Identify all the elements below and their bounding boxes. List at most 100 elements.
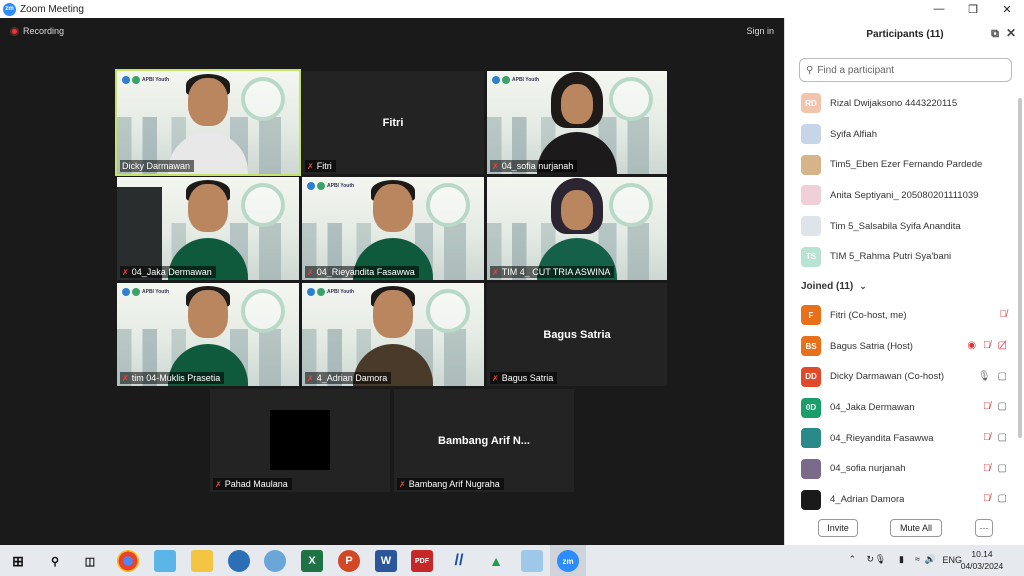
video-tile[interactable]: APBI Youth ✗ 04_Rieyandita Fasawwa xyxy=(302,177,484,280)
excel-icon[interactable]: X xyxy=(301,550,323,572)
mic-muted-icon[interactable]: 🎙̸ xyxy=(983,401,991,412)
name-tile[interactable]: Bagus Satria ✗ Bagus Satria xyxy=(487,283,667,386)
word-icon[interactable]: W xyxy=(375,550,397,572)
zoom-logo-icon: zm xyxy=(3,2,16,16)
scrollbar[interactable] xyxy=(1018,98,1022,438)
mic-muted-icon: ✗ xyxy=(399,479,406,489)
name-tile[interactable]: Fitri ✗ Fitri xyxy=(302,71,484,174)
notepad-icon[interactable] xyxy=(521,550,543,572)
participant-name: Fitri (Co-host, me) xyxy=(830,309,907,321)
recording-indicator[interactable]: Recording xyxy=(10,26,64,36)
close-window-button[interactable]: ✕ xyxy=(990,0,1024,18)
minimize-button[interactable]: — xyxy=(922,0,956,18)
tile-name-label: ✗ tim 04-Muklis Prasetia xyxy=(120,372,225,384)
close-icon[interactable]: ✕ xyxy=(1006,26,1016,40)
maximize-button[interactable]: ❐ xyxy=(956,0,990,18)
avatar: 0D xyxy=(801,397,821,418)
tile-name-label: Dicky Darmawan xyxy=(120,160,195,172)
participants-list: RD Rizal Dwijaksono 4443220115 Syifa Alf… xyxy=(785,88,1021,515)
event-logo: APBI Youth xyxy=(122,288,169,296)
video-tile[interactable]: ✗ 04_Jaka Dermawan xyxy=(117,177,299,280)
video-icon[interactable]: ▢ xyxy=(998,401,1007,412)
list-item[interactable]: 04_Rieyandita Fasawwa 🎙̸ ▢ xyxy=(785,423,1021,454)
chevron-down-icon: ⌄ xyxy=(859,280,867,291)
name-tile[interactable]: Bambang Arif N... ✗ Bambang Arif Nugraha xyxy=(394,389,574,492)
list-item[interactable]: Tim 5_Salsabila Syifa Anandita xyxy=(785,211,1021,242)
mic-muted-icon[interactable]: 🎙̸ xyxy=(983,493,991,504)
volume-icon[interactable]: 🔊 xyxy=(925,554,936,565)
mic-muted-icon[interactable]: 🎙̸ xyxy=(983,340,991,351)
list-item[interactable]: BS Bagus Satria (Host) ◉ 🎙̸ ▢̸ xyxy=(785,331,1021,362)
search-icon: ⚲ xyxy=(806,64,814,76)
app-blue-icon[interactable] xyxy=(228,550,250,572)
mute-all-button[interactable]: Mute All xyxy=(890,519,942,537)
zoom-app-icon[interactable]: zm xyxy=(557,550,579,572)
avatar xyxy=(801,489,821,510)
mic-muted-icon: ✗ xyxy=(492,161,499,171)
invite-button[interactable]: Invite xyxy=(818,519,858,537)
tile-name-label: ✗ 04_Rieyandita Fasawwa xyxy=(305,266,419,278)
video-icon[interactable]: ▢ xyxy=(998,463,1007,474)
participant-name: Bagus Satria (Host) xyxy=(830,340,913,352)
video-tile[interactable]: APBI Youth ✗ 4_Adrian Damora xyxy=(302,283,484,386)
event-logo: APBI Youth xyxy=(307,182,354,190)
avatar: BS xyxy=(801,336,821,357)
black-tile[interactable]: ✗ Pahad Maulana xyxy=(210,389,390,492)
participant-name: TIM 5_Rahma Putri Sya'bani xyxy=(830,251,952,263)
mic-tray-icon[interactable]: 🎙 xyxy=(875,554,886,565)
tile-name-label: ✗ 04_sofia nurjanah xyxy=(490,160,578,172)
video-tile[interactable]: APBI Youth ✗ 04_sofia nurjanah xyxy=(487,71,667,174)
chevron-up-icon[interactable]: ⌃ xyxy=(848,554,856,565)
list-item[interactable]: Syifa Alfiah xyxy=(785,119,1021,150)
app-green-icon[interactable]: ▲ xyxy=(485,550,507,572)
sign-in-button[interactable]: Sign in xyxy=(746,26,774,36)
list-item[interactable]: Tim5_Eben Ezer Fernando Pardede xyxy=(785,149,1021,180)
list-item[interactable]: 04_sofia nurjanah 🎙̸ ▢ xyxy=(785,454,1021,485)
battery-icon[interactable]: ▮ xyxy=(899,554,904,565)
powerpoint-icon[interactable]: P xyxy=(338,550,360,572)
event-logo: APBI Youth xyxy=(492,76,539,84)
tile-name-label: ✗ 4_Adrian Damora xyxy=(305,372,392,384)
list-item[interactable]: 4_Adrian Damora 🎙̸ ▢ xyxy=(785,484,1021,515)
participant-name: Syifa Alfiah xyxy=(830,128,877,140)
tile-name-label: ✗ Pahad Maulana xyxy=(213,478,292,490)
mic-icon[interactable]: 🎙 xyxy=(978,371,991,382)
more-button[interactable]: ··· xyxy=(975,519,993,537)
list-item[interactable]: F Fitri (Co-host, me) 🎙̸ xyxy=(785,300,1021,331)
app-slash-icon[interactable]: // xyxy=(448,550,470,572)
mic-muted-icon[interactable]: 🎙̸ xyxy=(983,463,991,474)
list-item[interactable]: TS TIM 5_Rahma Putri Sya'bani xyxy=(785,241,1021,272)
pdf-icon[interactable]: PDF xyxy=(411,550,433,572)
video-icon[interactable]: ▢ xyxy=(998,493,1007,504)
list-item[interactable]: Anita Septiyani_ 205080201111039 xyxy=(785,180,1021,211)
tile-name-label: ✗ Bambang Arif Nugraha xyxy=(397,478,504,490)
wifi-icon[interactable]: ≈ xyxy=(915,554,920,564)
video-tile[interactable]: APBI Youth ✗ tim 04-Muklis Prasetia xyxy=(117,283,299,386)
windows-start-icon[interactable]: ⊞ xyxy=(7,550,29,572)
list-item[interactable]: 0D 04_Jaka Dermawan 🎙̸ ▢ xyxy=(785,392,1021,423)
popout-icon[interactable]: ⧉ xyxy=(991,28,999,41)
video-tile[interactable]: APBI Youth Dicky Darmawan xyxy=(115,69,301,176)
clock[interactable]: 10.14 04/03/2024 xyxy=(960,548,1004,572)
video-tile[interactable]: ✗ TIM 4_ CUT TRIA ASWINA xyxy=(487,177,667,280)
list-item[interactable]: DD Dicky Darmawan (Co-host) 🎙 ▢ xyxy=(785,362,1021,393)
mic-muted-icon[interactable]: 🎙̸ xyxy=(1000,309,1008,320)
video-icon[interactable]: ▢ xyxy=(998,432,1007,443)
chrome-icon[interactable] xyxy=(117,550,139,572)
avatar xyxy=(801,428,821,449)
video-icon[interactable]: ▢ xyxy=(998,371,1007,382)
tile-center-name: Bambang Arif N... xyxy=(438,434,530,447)
globe-icon[interactable] xyxy=(264,550,286,572)
participant-search[interactable]: ⚲ xyxy=(799,58,1012,82)
mic-muted-icon[interactable]: 🎙̸ xyxy=(983,432,991,443)
sync-icon[interactable]: ↻ xyxy=(866,554,874,565)
search-input[interactable] xyxy=(817,64,998,76)
task-view-icon[interactable]: ◫ xyxy=(79,550,101,572)
tile-name-label: ✗ Fitri xyxy=(305,160,336,172)
search-icon[interactable]: ⚲ xyxy=(44,550,66,572)
joined-section-toggle[interactable]: Joined (11) ⌄ xyxy=(785,272,1021,300)
video-off-icon[interactable]: ▢̸ xyxy=(998,340,1007,351)
notes-icon[interactable] xyxy=(154,550,176,572)
list-item[interactable]: RD Rizal Dwijaksono 4443220115 xyxy=(785,88,1021,119)
file-explorer-icon[interactable] xyxy=(191,550,213,572)
